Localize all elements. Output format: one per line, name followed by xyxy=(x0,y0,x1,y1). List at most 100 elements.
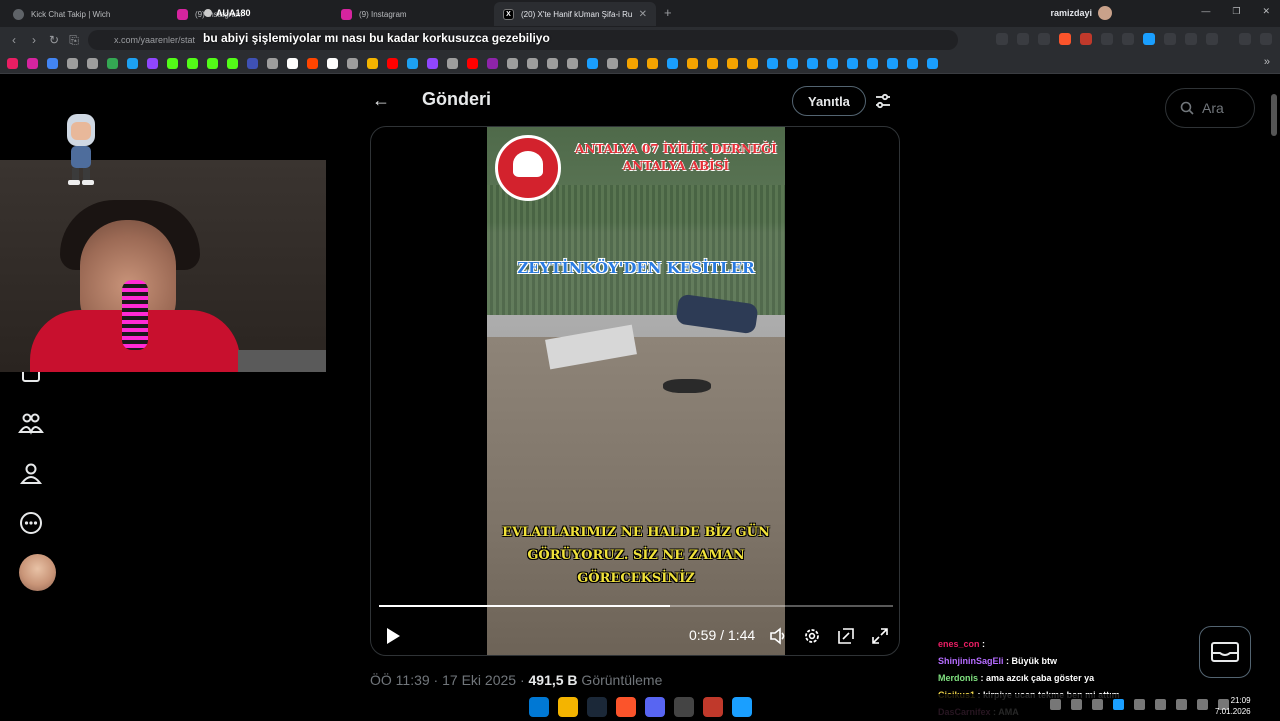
fullscreen-icon[interactable] xyxy=(871,627,889,645)
messages-button[interactable] xyxy=(1199,626,1251,678)
system-clock[interactable]: 21:09 7.01.2026 xyxy=(1215,695,1251,717)
nav-item-profile[interactable] xyxy=(18,460,44,486)
taskbar-app-icon[interactable] xyxy=(616,697,636,717)
tab-instagram-2[interactable]: (9) Instagram xyxy=(332,2,494,26)
taskbar-app-icon[interactable] xyxy=(732,697,752,717)
nav-item-communities[interactable] xyxy=(18,410,44,436)
tab-x-post[interactable]: X (20) X'te Hanif kUman Şifa-i Ruh ✕ xyxy=(494,2,656,26)
bookmark-favicon-icon[interactable] xyxy=(187,57,198,69)
taskbar-app-icon[interactable] xyxy=(645,697,665,717)
bookmark-favicon-icon[interactable] xyxy=(407,57,418,69)
bookmark-favicon-icon[interactable] xyxy=(667,57,678,69)
taskbar-app-icon[interactable] xyxy=(703,697,723,717)
video-frame[interactable]: ANTALYA 07 İYİLİK DERNEĞİ ANTALYA ABİSİ … xyxy=(487,127,785,655)
bookmark-favicon-icon[interactable] xyxy=(647,57,658,69)
bookmark-favicon-icon[interactable] xyxy=(807,57,818,69)
speaker-icon[interactable] xyxy=(1155,699,1166,710)
puzzle-icon[interactable] xyxy=(1185,33,1197,45)
minimize-icon[interactable]: — xyxy=(1201,6,1210,17)
menu-icon[interactable] xyxy=(1260,33,1272,45)
taskbar-app-icon[interactable] xyxy=(674,697,694,717)
back-nav-icon[interactable]: ‹ xyxy=(4,33,24,47)
bookmark-favicon-icon[interactable] xyxy=(867,57,878,69)
network-icon[interactable] xyxy=(1197,699,1208,710)
bookmark-favicon-icon[interactable] xyxy=(767,57,778,69)
steam-tray-icon[interactable] xyxy=(1113,699,1124,710)
bookmark-favicon-icon[interactable] xyxy=(427,57,438,69)
restore-icon[interactable]: ❐ xyxy=(1232,6,1240,17)
video-player[interactable]: ANTALYA 07 İYİLİK DERNEĞİ ANTALYA ABİSİ … xyxy=(370,126,900,656)
share-icon[interactable] xyxy=(1038,33,1050,45)
bookmark-favicon-icon[interactable] xyxy=(847,57,858,69)
bookmark-icon[interactable]: ⎘ xyxy=(64,33,84,48)
bookmark-favicon-icon[interactable] xyxy=(747,57,758,69)
bookmark-favicon-icon[interactable] xyxy=(47,57,58,69)
reply-button[interactable]: Yanıtla xyxy=(792,86,866,116)
bookmark-favicon-icon[interactable] xyxy=(87,57,98,69)
account-avatar[interactable] xyxy=(19,554,56,591)
bookmark-favicon-icon[interactable] xyxy=(227,57,238,69)
forward-nav-icon[interactable]: › xyxy=(24,33,44,47)
search-box[interactable]: Ara xyxy=(1165,88,1255,128)
tray-app-icon[interactable] xyxy=(1092,699,1103,710)
bookmark-favicon-icon[interactable] xyxy=(787,57,798,69)
bookmark-favicon-icon[interactable] xyxy=(7,57,18,69)
chevron-up-icon[interactable] xyxy=(1050,699,1061,710)
bookmark-favicon-icon[interactable] xyxy=(447,57,458,69)
new-tab-button[interactable]: + xyxy=(664,5,672,20)
settings-gear-icon[interactable] xyxy=(803,627,821,645)
extension-icon[interactable] xyxy=(1101,33,1113,45)
extension-icon[interactable] xyxy=(1122,33,1134,45)
bookmark-favicon-icon[interactable] xyxy=(307,57,318,69)
bookmark-favicon-icon[interactable] xyxy=(547,57,558,69)
reload-icon[interactable]: ↻ xyxy=(44,33,64,47)
extension-icon[interactable] xyxy=(1080,33,1092,45)
bookmark-favicon-icon[interactable] xyxy=(687,57,698,69)
close-window-icon[interactable]: ✕ xyxy=(1262,6,1270,17)
post-timestamp[interactable]: ÖÖ 11:39 · 17 Eki 2025 · xyxy=(370,672,529,688)
bookmark-favicon-icon[interactable] xyxy=(107,57,118,69)
bookmark-favicon-icon[interactable] xyxy=(887,57,898,69)
volume-icon[interactable] xyxy=(769,627,787,645)
scrollbar-thumb[interactable] xyxy=(1271,94,1277,136)
bookmark-favicon-icon[interactable] xyxy=(267,57,278,69)
bookmark-favicon-icon[interactable] xyxy=(207,57,218,69)
screen-icon[interactable] xyxy=(996,33,1008,45)
bookmark-favicon-icon[interactable] xyxy=(367,57,378,69)
bookmark-favicon-icon[interactable] xyxy=(487,57,498,69)
sidebar-icon[interactable] xyxy=(1206,33,1218,45)
bookmark-favicon-icon[interactable] xyxy=(827,57,838,69)
bookmark-favicon-icon[interactable] xyxy=(587,57,598,69)
close-tab-icon[interactable]: ✕ xyxy=(639,9,647,20)
nav-item-more[interactable] xyxy=(18,510,44,536)
taskbar-app-icon[interactable] xyxy=(529,697,549,717)
taskbar-app-icon[interactable] xyxy=(587,697,607,717)
bookmark-favicon-icon[interactable] xyxy=(127,57,138,69)
taskbar-app-icon[interactable] xyxy=(558,697,578,717)
music-icon[interactable] xyxy=(1239,33,1251,45)
extension-icon[interactable] xyxy=(1143,33,1155,45)
browser-profile[interactable]: ramizdayi xyxy=(1050,6,1112,20)
play-icon[interactable] xyxy=(385,627,401,645)
picture-in-picture-icon[interactable] xyxy=(837,627,855,645)
bookmark-favicon-icon[interactable] xyxy=(567,57,578,69)
extension-icon[interactable] xyxy=(1164,33,1176,45)
back-arrow-icon[interactable]: ← xyxy=(372,90,390,111)
bookmark-favicon-icon[interactable] xyxy=(247,57,258,69)
bookmark-favicon-icon[interactable] xyxy=(727,57,738,69)
bookmark-favicon-icon[interactable] xyxy=(67,57,78,69)
microphone-icon[interactable] xyxy=(1176,699,1187,710)
bookmark-favicon-icon[interactable] xyxy=(907,57,918,69)
bookmark-favicon-icon[interactable] xyxy=(927,57,938,69)
bookmark-favicon-icon[interactable] xyxy=(287,57,298,69)
bookmark-favicon-icon[interactable] xyxy=(167,57,178,69)
brave-shield-icon[interactable] xyxy=(1059,33,1071,45)
bookmark-favicon-icon[interactable] xyxy=(527,57,538,69)
zoom-icon[interactable] xyxy=(1017,33,1029,45)
bookmark-favicon-icon[interactable] xyxy=(387,57,398,69)
bookmark-favicon-icon[interactable] xyxy=(467,57,478,69)
bookmark-favicon-icon[interactable] xyxy=(147,57,158,69)
page-scrollbar[interactable] xyxy=(1268,74,1280,720)
tab-kick-chat[interactable]: Kick Chat Takip | Wich xyxy=(4,2,168,26)
filter-sliders-icon[interactable] xyxy=(874,92,892,110)
